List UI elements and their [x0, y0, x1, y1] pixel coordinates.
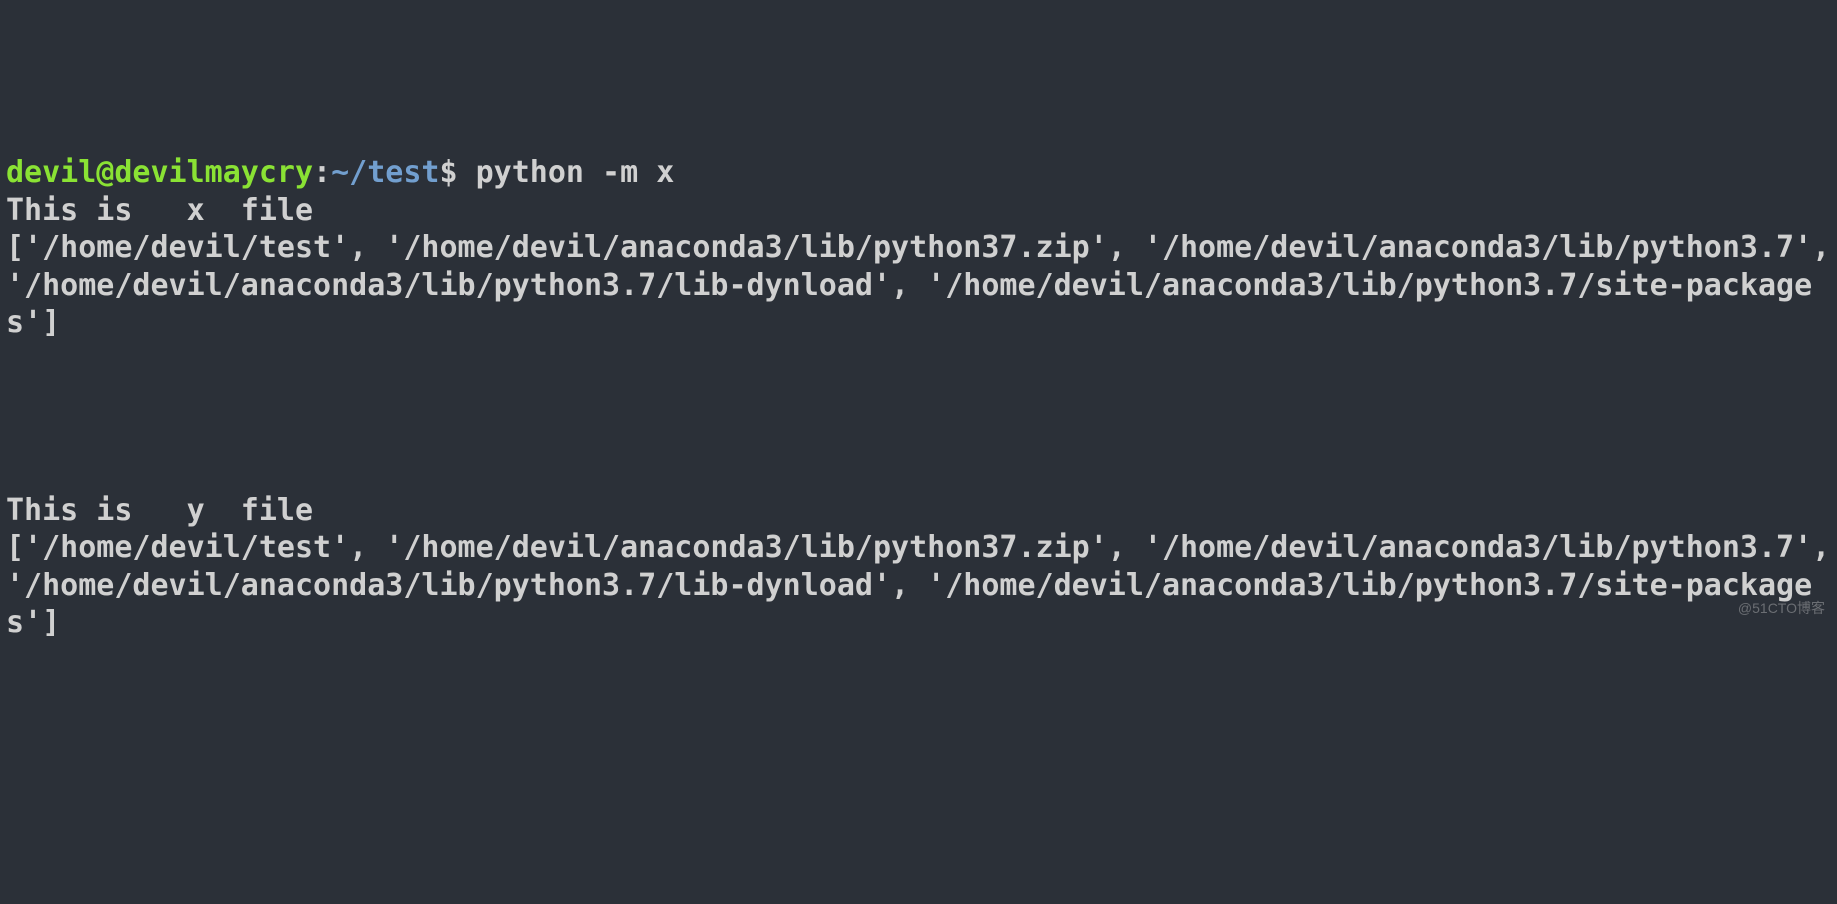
prompt-separator: : — [313, 155, 331, 190]
prompt-user-host: devil@devilmaycry — [6, 155, 313, 190]
terminal-content[interactable]: devil@devilmaycry:~/test$ python -m x Th… — [6, 154, 1831, 642]
output-line-3: This is y file — [6, 493, 313, 528]
command-text: python -m x — [458, 155, 675, 190]
prompt-dollar: $ — [439, 155, 457, 190]
prompt-path: ~/test — [331, 155, 439, 190]
output-line-2: ['/home/devil/test', '/home/devil/anacon… — [6, 230, 1837, 340]
output-line-4: ['/home/devil/test', '/home/devil/anacon… — [6, 530, 1837, 640]
output-line-1: This is x file — [6, 193, 313, 228]
watermark-text: @51CTO博客 — [1738, 600, 1825, 618]
